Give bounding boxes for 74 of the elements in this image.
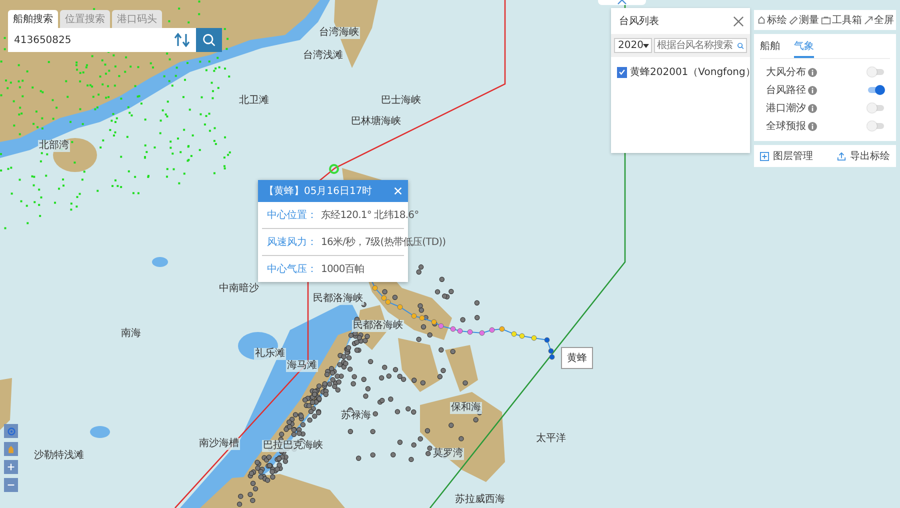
info-label: 中心位置： [267, 208, 317, 222]
panel-title: 台风列表 [619, 14, 659, 28]
toggle-switch[interactable] [868, 123, 884, 129]
map-label: 保和海 [450, 402, 482, 414]
collapse-handle[interactable] [598, 0, 646, 5]
search-button[interactable] [196, 28, 222, 52]
toggle-switch[interactable] [868, 105, 884, 111]
caret-icon [643, 44, 650, 48]
ruler-icon [789, 16, 798, 24]
toggle-label: 大风分布 [766, 66, 806, 79]
export-plot-button[interactable]: 导出标绘 [837, 149, 890, 163]
layer-tab[interactable]: 气象 [794, 38, 814, 58]
toolbar-button[interactable]: 标绘 [756, 13, 788, 27]
close-icon[interactable] [733, 16, 744, 26]
map-label: 民都洛海峡 [352, 320, 404, 332]
map-label: 巴士海峡 [380, 95, 422, 107]
typhoon-name-label: 黄蜂 [561, 347, 593, 369]
search-icon [736, 42, 744, 50]
toggle-label: 港口潮汐 [766, 102, 806, 115]
toolbar-button[interactable]: 全屏 [863, 13, 895, 27]
map-label: 北卫滩 [238, 95, 270, 107]
map-label: 北部湾 [38, 140, 70, 152]
expand-icon [864, 16, 873, 24]
upload-icon [837, 152, 846, 160]
toggle-switch[interactable] [868, 87, 884, 93]
info-icon[interactable] [808, 86, 817, 94]
info-icon[interactable] [808, 68, 817, 76]
toolbar-button[interactable]: 工具箱 [820, 13, 863, 27]
map-label: 民都洛海峡 [312, 293, 364, 305]
layer-manage-button[interactable]: 图层管理 [760, 149, 813, 163]
toolbar-button[interactable]: 测量 [788, 13, 820, 27]
map-label: 南沙海槽 [198, 438, 240, 450]
plus-square-icon [760, 152, 769, 160]
ship-icon [7, 444, 15, 454]
toolbox-icon [821, 16, 831, 24]
map-label: 海马滩 [286, 360, 318, 372]
zoom-out-button[interactable] [4, 478, 18, 492]
map-label: 苏禄海 [340, 410, 372, 422]
plus-icon [7, 463, 15, 471]
map-label: 莫罗湾 [432, 448, 464, 460]
typhoon-name[interactable]: 黄蜂202001（Vongfong） [630, 65, 756, 79]
map-label: 苏拉威西海 [454, 494, 506, 506]
info-value: 16米/秒，7级(热带低压(TD)) [321, 236, 446, 249]
map-label: 巴林塘海峡 [350, 116, 402, 128]
year-select[interactable]: 2020 [614, 38, 652, 53]
map-label: 太平洋 [535, 433, 567, 445]
search-field[interactable]: 413650825 [8, 28, 196, 52]
zoom-in-button[interactable] [4, 460, 18, 474]
info-icon[interactable] [808, 122, 817, 130]
map-label: 巴拉巴克海峡 [262, 440, 324, 452]
popup-title: 【黄蜂】05月16日17时 [264, 184, 372, 198]
search-icon [202, 33, 216, 47]
info-value: 东经120.1° 北纬18.6° [321, 208, 419, 222]
map-label: 中南暗沙 [218, 283, 260, 295]
info-label: 中心气压： [267, 262, 317, 276]
search-tab[interactable]: 船舶搜索 [8, 10, 58, 28]
search-value: 413650825 [14, 34, 72, 46]
info-label: 风速风力： [267, 236, 317, 249]
checkbox[interactable] [617, 66, 627, 78]
typhoon-search-field[interactable]: 根据台风名称搜索 [654, 38, 747, 53]
typhoon-marker-icon[interactable] [329, 164, 339, 174]
toggle-switch[interactable] [868, 69, 884, 75]
map-label: 南海 [120, 328, 142, 340]
map-label: 沙勒特浅滩 [33, 450, 85, 462]
toggle-label: 台风路径 [766, 84, 806, 97]
info-icon[interactable] [808, 104, 817, 112]
map-label: 台湾浅滩 [302, 50, 344, 62]
layer-tab[interactable]: 船舶 [760, 38, 780, 58]
toggle-label: 全球预报 [766, 120, 806, 133]
swap-arrows-icon[interactable] [174, 33, 190, 47]
target-icon [6, 426, 16, 436]
info-value: 1000百帕 [321, 263, 364, 276]
map-label: 礼乐滩 [254, 348, 286, 360]
map-label: 台湾海峡 [318, 27, 360, 39]
